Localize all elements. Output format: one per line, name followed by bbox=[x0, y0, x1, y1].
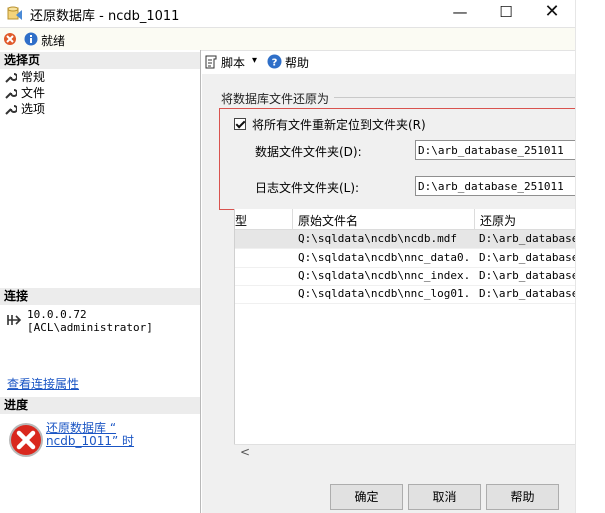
column-header-restore-as[interactable]: 还原为 bbox=[480, 212, 516, 229]
restore-as-cell[interactable]: D:\arb_database_ bbox=[479, 232, 576, 245]
log-folder-label: 日志文件文件夹(L): bbox=[255, 181, 360, 195]
page-item-label: 选项 bbox=[21, 102, 46, 116]
background-window-edge bbox=[575, 0, 605, 513]
close-button[interactable]: ✕ bbox=[529, 0, 575, 26]
error-icon bbox=[9, 423, 43, 457]
title-bar: 还原数据库 - ncdb_1011 — ☐ ✕ bbox=[0, 0, 575, 26]
data-folder-input[interactable]: D:\arb_database_251011 bbox=[415, 140, 575, 160]
restore-as-cell[interactable]: D:\arb_database_ bbox=[479, 269, 576, 282]
original-file-cell: Q:\sqldata\ncdb\nnc_data0... bbox=[298, 251, 470, 264]
restore-database-icon bbox=[7, 6, 22, 20]
connection-header: 连接 bbox=[0, 288, 200, 305]
help-icon: ? bbox=[267, 54, 282, 69]
scroll-left-icon[interactable]: < bbox=[240, 445, 250, 459]
status-strip: 就绪 bbox=[0, 27, 575, 51]
help-button[interactable]: 帮助 bbox=[486, 484, 559, 510]
horizontal-scrollbar[interactable]: < bbox=[234, 444, 575, 461]
column-divider[interactable] bbox=[474, 209, 475, 229]
status-text: 就绪 bbox=[41, 34, 66, 48]
chevron-down-icon[interactable]: ▾ bbox=[252, 55, 257, 66]
info-icon bbox=[24, 32, 38, 46]
wrench-icon bbox=[5, 73, 17, 83]
svg-text:?: ? bbox=[272, 58, 278, 69]
toolbar: 脚本 ▾ ? 帮助 bbox=[202, 51, 575, 73]
restore-as-cell[interactable]: D:\arb_database_ bbox=[479, 287, 576, 300]
maximize-button[interactable]: ☐ bbox=[483, 0, 529, 26]
help-toolbar-button[interactable]: 帮助 bbox=[285, 54, 309, 71]
view-connection-properties-link[interactable]: 查看连接属性 bbox=[7, 375, 79, 392]
server-name: 10.0.0.72 bbox=[27, 308, 87, 321]
grid-header: 型 原始文件名 还原为 bbox=[235, 209, 576, 230]
table-row[interactable]: Q:\sqldata\ncdb\nnc_index... D:\arb_data… bbox=[235, 267, 576, 286]
cancel-button[interactable]: 取消 bbox=[408, 484, 481, 510]
left-pane: 选择页 常规 文件 选项 连接 10.0.0.72 [ACL\administr… bbox=[0, 50, 201, 513]
relocate-all-files-checkbox[interactable] bbox=[234, 118, 246, 130]
select-page-header: 选择页 bbox=[0, 52, 200, 69]
column-header-type[interactable]: 型 bbox=[235, 212, 247, 229]
original-file-cell: Q:\sqldata\ncdb\nnc_log01... bbox=[298, 287, 470, 300]
progress-link-line2[interactable]: ncdb_1011” 时 bbox=[46, 432, 134, 449]
column-header-original-file[interactable]: 原始文件名 bbox=[298, 212, 358, 229]
table-row[interactable]: Q:\sqldata\ncdb\ncdb.mdf D:\arb_database… bbox=[235, 230, 576, 249]
original-file-cell: Q:\sqldata\ncdb\nnc_index... bbox=[298, 269, 470, 282]
script-button[interactable]: 脚本 bbox=[221, 54, 245, 71]
data-folder-label: 数据文件文件夹(D): bbox=[255, 145, 362, 159]
refresh-error-icon bbox=[4, 33, 16, 45]
relocate-all-files-label[interactable]: 将所有文件重新定位到文件夹(R) bbox=[252, 116, 426, 133]
restore-as-cell[interactable]: D:\arb_database_ bbox=[479, 251, 576, 264]
window-title: 还原数据库 - ncdb_1011 bbox=[30, 9, 180, 24]
ok-button[interactable]: 确定 bbox=[330, 484, 403, 510]
restore-database-window: 还原数据库 - ncdb_1011 — ☐ ✕ 就绪 选择页 常规 文件 选项 bbox=[0, 0, 605, 513]
wrench-icon bbox=[5, 89, 17, 99]
wrench-icon bbox=[5, 105, 17, 115]
log-folder-input[interactable]: D:\arb_database_251011 bbox=[415, 176, 575, 196]
connection-user: [ACL\administrator] bbox=[27, 321, 153, 334]
connection-icon bbox=[7, 315, 22, 325]
table-row[interactable]: Q:\sqldata\ncdb\nnc_data0... D:\arb_data… bbox=[235, 249, 576, 268]
original-file-cell: Q:\sqldata\ncdb\ncdb.mdf bbox=[298, 232, 457, 245]
minimize-button[interactable]: — bbox=[437, 0, 483, 26]
table-row[interactable]: Q:\sqldata\ncdb\nnc_log01... D:\arb_data… bbox=[235, 285, 576, 304]
page-item-label: 文件 bbox=[21, 86, 46, 100]
progress-header: 进度 bbox=[0, 397, 200, 414]
column-divider[interactable] bbox=[292, 209, 293, 229]
restore-files-as-group-title: 将数据库文件还原为 bbox=[221, 90, 335, 107]
script-icon bbox=[205, 55, 217, 69]
file-list-grid[interactable]: 型 原始文件名 还原为 Q:\sqldata\ncdb\ncdb.mdf D:\… bbox=[234, 209, 576, 444]
page-item-label: 常规 bbox=[21, 70, 46, 84]
